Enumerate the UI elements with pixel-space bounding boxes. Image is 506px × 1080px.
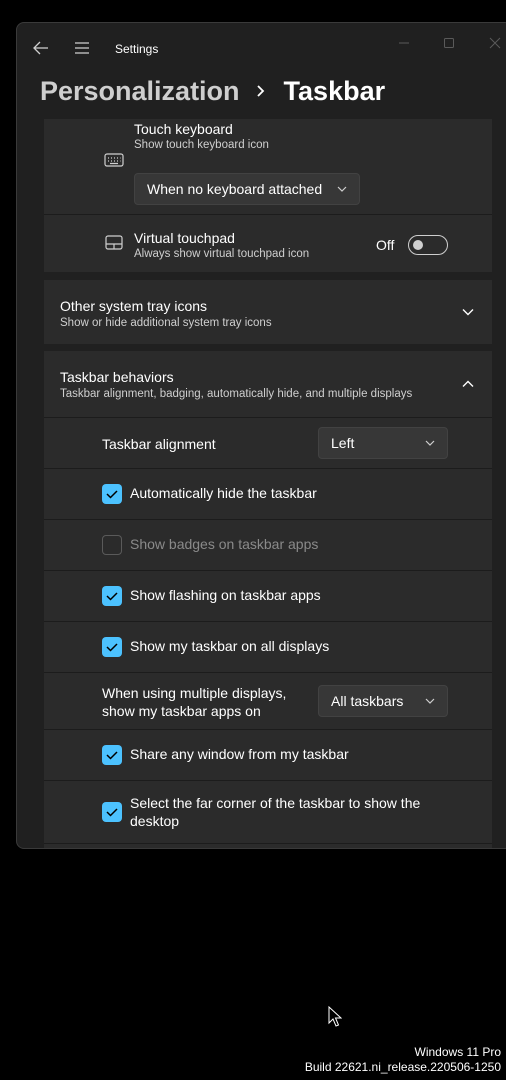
virtual-touchpad-toggle-state: Off	[376, 237, 395, 253]
virtual-touchpad-row: Virtual touchpad Always show virtual tou…	[44, 215, 492, 272]
taskbar-alignment-row: Taskbar alignment Left	[44, 418, 492, 468]
touch-keyboard-row: Touch keyboard Show touch keyboard icon …	[44, 119, 492, 214]
breadcrumb: Personalization Taskbar	[40, 71, 385, 111]
far-corner-checkbox[interactable]	[102, 802, 122, 822]
taskbar-alignment-label: Taskbar alignment	[102, 436, 216, 452]
multi-display-label-line2: show my taskbar apps on	[102, 703, 261, 719]
auto-hide-label: Automatically hide the taskbar	[130, 485, 317, 501]
checkmark-icon	[106, 808, 118, 817]
next-row-partial	[44, 844, 492, 848]
show-flashing-checkbox[interactable]	[102, 586, 122, 606]
share-window-checkbox[interactable]	[102, 745, 122, 765]
title-bar: Settings	[17, 23, 506, 71]
page-title: Taskbar	[283, 75, 386, 106]
multi-display-label-line1: When using multiple displays,	[102, 685, 287, 701]
other-system-tray-icons-card[interactable]: Other system tray icons Show or hide add…	[44, 280, 492, 344]
all-displays-label: Show my taskbar on all displays	[130, 638, 330, 654]
far-corner-label-line1: Select the far corner of the taskbar to …	[130, 795, 421, 811]
mouse-cursor-icon	[328, 1006, 342, 1027]
minimize-icon	[399, 42, 409, 44]
checkmark-icon	[106, 643, 118, 652]
chevron-down-icon	[337, 186, 347, 192]
chevron-down-icon[interactable]	[462, 308, 474, 316]
touch-keyboard-title: Touch keyboard	[134, 121, 233, 137]
app-title: Settings	[115, 42, 159, 56]
close-button[interactable]	[485, 33, 505, 53]
maximize-button[interactable]	[439, 33, 459, 53]
back-button[interactable]	[31, 39, 51, 57]
keyboard-icon	[104, 152, 124, 173]
taskbar-behaviors-subtitle: Taskbar alignment, badging, automaticall…	[60, 388, 413, 400]
touch-keyboard-subtitle: Show touch keyboard icon	[134, 139, 269, 151]
hamburger-icon	[75, 42, 89, 54]
windows-edition-watermark: Windows 11 Pro	[414, 1045, 501, 1059]
show-badges-row: Show badges on taskbar apps	[44, 520, 492, 570]
far-corner-label-line2: desktop	[130, 813, 180, 829]
settings-window: Settings Personalization Taskbar Touch k…	[16, 22, 506, 849]
far-corner-row: Select the far corner of the taskbar to …	[44, 781, 492, 843]
show-badges-label: Show badges on taskbar apps	[130, 536, 319, 552]
share-window-label: Share any window from my taskbar	[130, 746, 349, 762]
share-window-row: Share any window from my taskbar	[44, 730, 492, 780]
chevron-down-icon	[425, 440, 435, 446]
show-badges-checkbox[interactable]	[102, 535, 122, 555]
breadcrumb-parent[interactable]: Personalization	[40, 76, 240, 107]
breadcrumb-chevron-icon	[256, 84, 266, 98]
virtual-touchpad-toggle[interactable]	[408, 235, 448, 255]
chevron-up-icon[interactable]	[462, 380, 474, 388]
checkmark-icon	[106, 751, 118, 760]
checkmark-icon	[106, 490, 118, 499]
auto-hide-row: Automatically hide the taskbar	[44, 469, 492, 519]
all-displays-checkbox[interactable]	[102, 637, 122, 657]
touch-keyboard-dropdown-value: When no keyboard attached	[147, 181, 323, 197]
taskbar-behaviors-header[interactable]: Taskbar behaviors Taskbar alignment, bad…	[44, 351, 492, 417]
toggle-knob	[413, 240, 423, 250]
all-displays-row: Show my taskbar on all displays	[44, 622, 492, 672]
virtual-touchpad-subtitle: Always show virtual touchpad icon	[134, 248, 310, 260]
taskbar-alignment-value: Left	[331, 435, 355, 451]
multi-display-row: When using multiple displays, show my ta…	[44, 673, 492, 729]
close-icon	[489, 37, 501, 49]
settings-content[interactable]: Touch keyboard Show touch keyboard icon …	[44, 119, 492, 848]
taskbar-alignment-dropdown[interactable]: Left	[318, 427, 448, 459]
multi-display-dropdown[interactable]: All taskbars	[318, 685, 448, 717]
navigation-menu-button[interactable]	[73, 39, 91, 57]
show-flashing-row: Show flashing on taskbar apps	[44, 571, 492, 621]
other-tray-subtitle: Show or hide additional system tray icon…	[60, 317, 272, 329]
show-flashing-label: Show flashing on taskbar apps	[130, 587, 321, 603]
touchpad-icon	[104, 234, 124, 257]
build-watermark: Build 22621.ni_release.220506-1250	[304, 1060, 501, 1074]
chevron-down-icon	[425, 698, 435, 704]
virtual-touchpad-title: Virtual touchpad	[134, 230, 235, 246]
auto-hide-checkbox[interactable]	[102, 484, 122, 504]
multi-display-value: All taskbars	[331, 693, 404, 709]
checkmark-icon	[106, 592, 118, 601]
touch-keyboard-dropdown[interactable]: When no keyboard attached	[134, 173, 360, 205]
taskbar-behaviors-title: Taskbar behaviors	[60, 369, 174, 385]
minimize-button[interactable]	[394, 33, 414, 53]
back-arrow-icon	[33, 41, 48, 55]
other-tray-title: Other system tray icons	[60, 298, 208, 314]
maximize-icon	[444, 38, 454, 48]
